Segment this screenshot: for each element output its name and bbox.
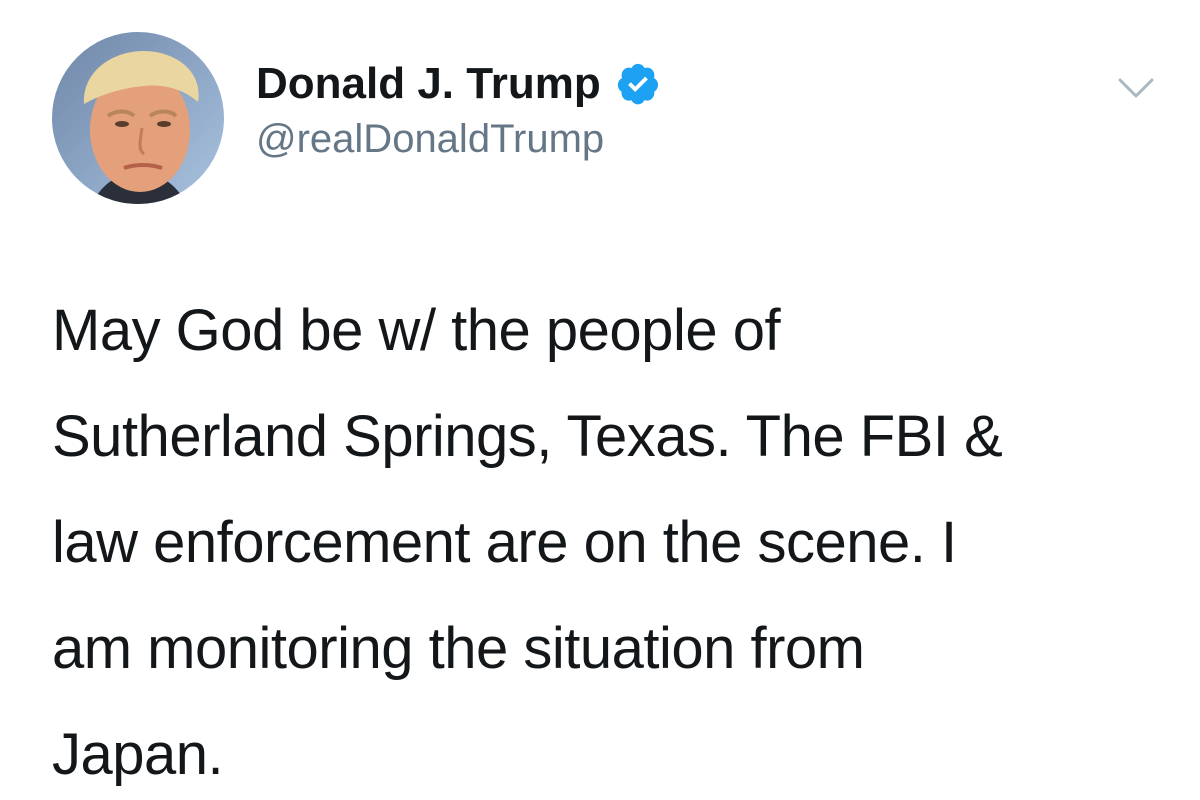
name-row: Donald J. Trump (256, 56, 661, 112)
chevron-down-icon[interactable] (1116, 74, 1156, 102)
display-name[interactable]: Donald J. Trump (256, 56, 601, 112)
verified-badge-icon (615, 61, 661, 107)
tweet-card: Donald J. Trump @realDonaldTrump May God… (0, 0, 1200, 800)
tweet-author[interactable]: Donald J. Trump @realDonaldTrump (256, 56, 661, 164)
tweet-text: May God be w/ the people of Sutherland S… (52, 298, 1003, 787)
profile-photo-icon (52, 32, 224, 204)
user-handle[interactable]: @realDonaldTrump (256, 114, 661, 164)
avatar[interactable] (52, 32, 224, 204)
